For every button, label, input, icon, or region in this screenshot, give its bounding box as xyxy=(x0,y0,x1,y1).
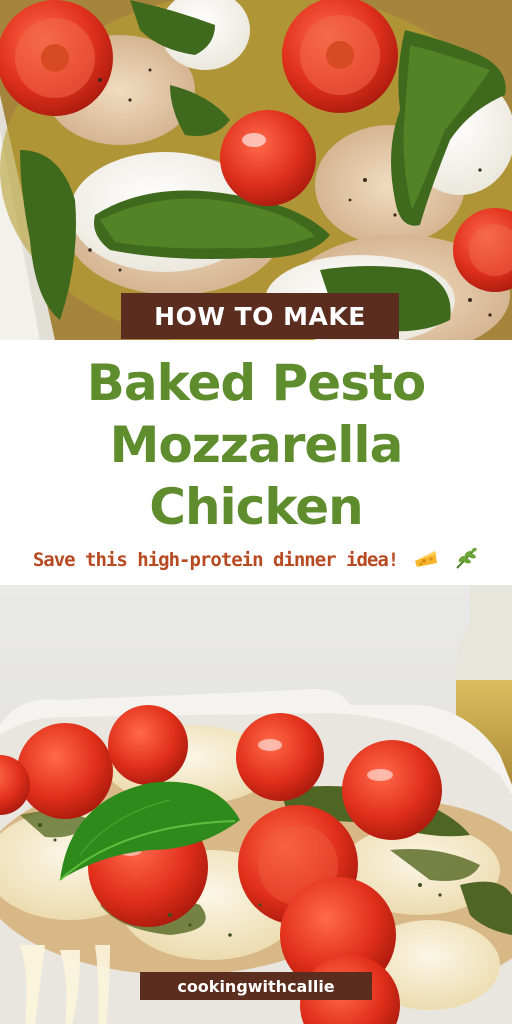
title-line-2: Mozzarella xyxy=(109,416,404,474)
cheese-icon xyxy=(413,547,439,574)
subtitle-text: Save this high-protein dinner idea! xyxy=(32,549,399,571)
title-line-3: Chicken xyxy=(149,478,363,536)
top-food-photo xyxy=(0,0,512,340)
subtitle: Save this high-protein dinner idea! xyxy=(0,546,512,575)
title-line-1: Baked Pesto xyxy=(86,354,426,412)
brand-label: cookingwithcallie xyxy=(140,972,372,1000)
bottom-food-photo xyxy=(0,585,512,1024)
herb-sprig-icon xyxy=(453,546,479,575)
how-to-make-label: HOW TO MAKE xyxy=(121,293,399,339)
recipe-title: Baked Pesto Mozzarella Chicken xyxy=(0,352,512,538)
